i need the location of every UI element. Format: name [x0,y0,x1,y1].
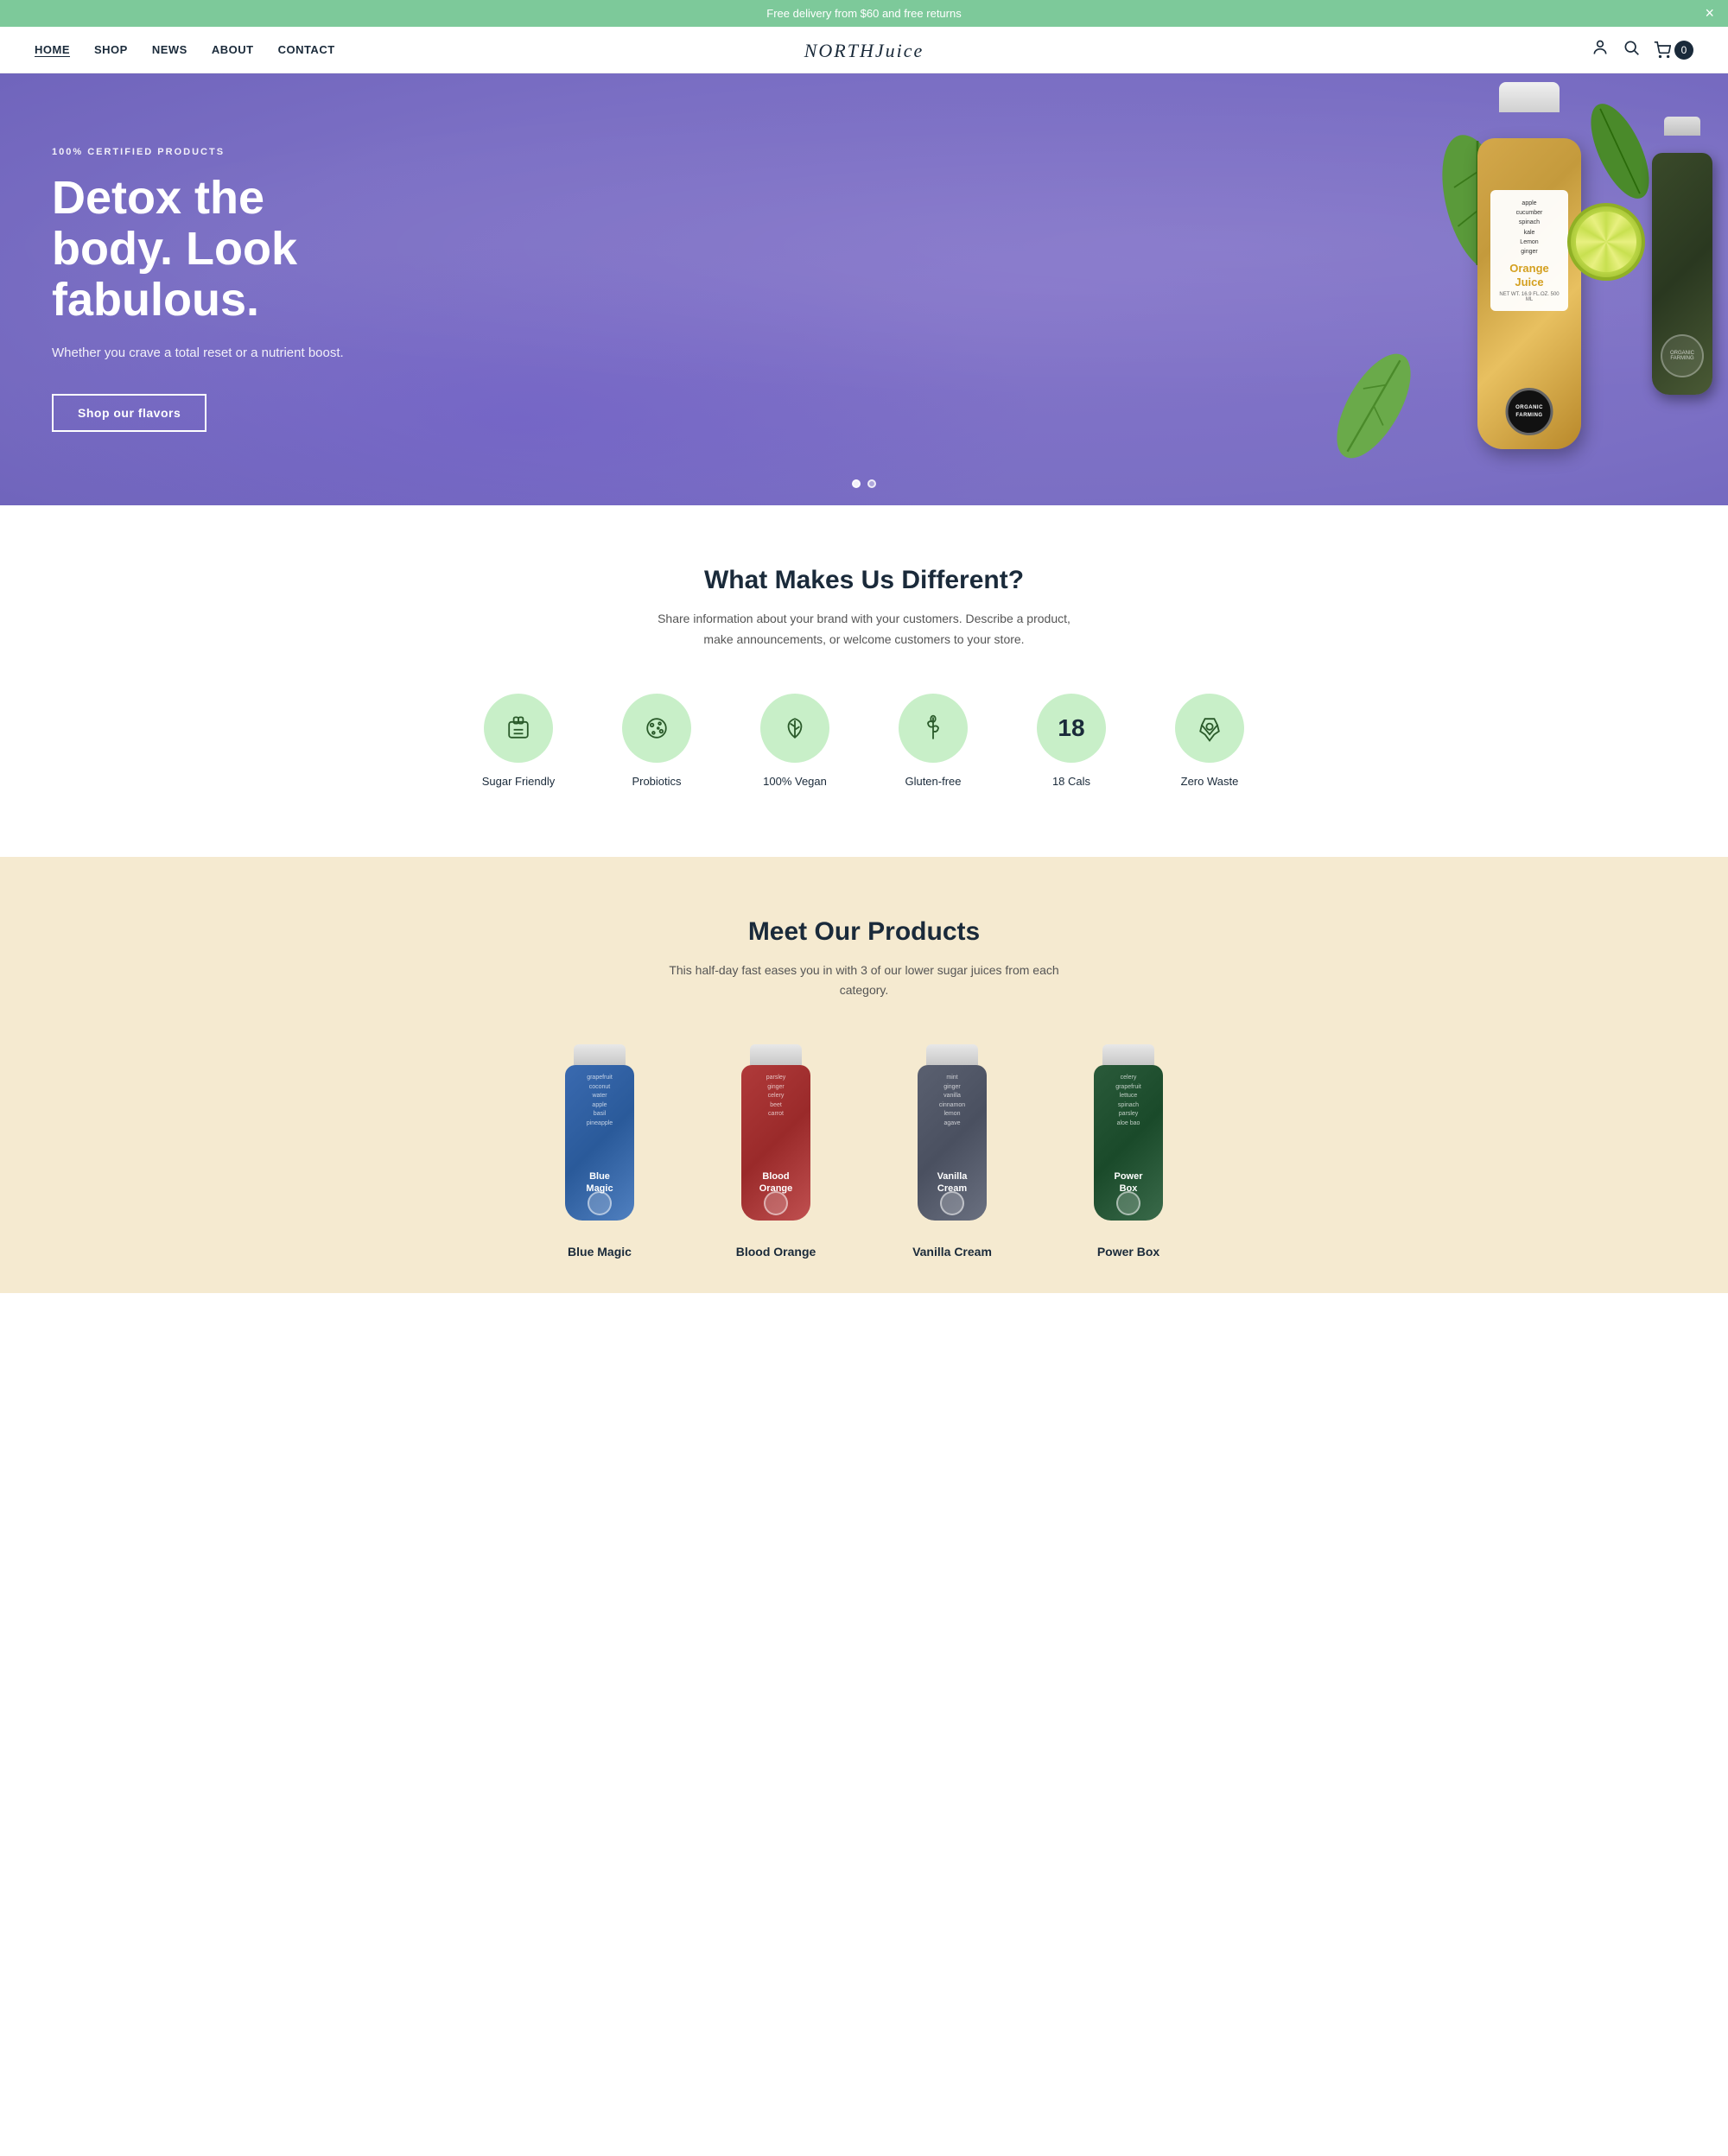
hero-subtitle: Whether you crave a total reset or a nut… [52,344,397,364]
feature-zero-waste: Zero Waste [1158,694,1261,788]
dark-bottle-badge-text: ORGANICFARMING [1670,351,1694,361]
features-grid: Sugar Friendly Probiotics [35,694,1693,788]
nav-item-home[interactable]: HOME [35,43,70,56]
hero-section: 100% CERTIFIED PRODUCTS Detox the body. … [0,73,1728,505]
nav-item-about[interactable]: ABOUT [212,43,254,56]
bottle-ingredients: apple cucumber spinach kale Lemon ginger [1496,199,1563,257]
feature-sugar-friendly: Sugar Friendly [467,694,570,788]
products-title: Meet Our Products [35,917,1693,947]
features-title: What Makes Us Different? [35,566,1693,595]
features-section: What Makes Us Different? Share informati… [0,505,1728,857]
main-nav: HOME SHOP NEWS ABOUT CONTACT [35,43,335,56]
organic-seal-text: ORGANICFARMING [1515,404,1543,420]
announcement-bar: Free delivery from $60 and free returns … [0,0,1728,27]
leaf-2-icon [1304,328,1444,484]
power-box-ingredients: celerygrapefruitlettucespinachparsleyalo… [1094,1065,1163,1137]
bottle-product-name: OrangeJuice [1496,262,1563,289]
probiotics-icon [622,694,691,763]
vanilla-cream-ingredients: mintgingervanillacinnamonlemonagave [918,1065,987,1137]
announcement-text: Free delivery from $60 and free returns [766,7,961,20]
sugar-friendly-label: Sugar Friendly [482,775,556,788]
product-power-box[interactable]: celerygrapefruitlettucespinachparsleyalo… [1051,1044,1206,1259]
cart-button[interactable]: 0 [1654,41,1693,60]
hero-badge: 100% CERTIFIED PRODUCTS [52,147,397,157]
nav-item-contact[interactable]: CONTACT [278,43,335,56]
gluten-free-label: Gluten-free [905,775,961,788]
product-blood-orange[interactable]: parsleygingercelerybeetcarrot BloodOrang… [698,1044,854,1259]
product-blue-magic[interactable]: grapefruitcoconutwaterapplebasilpineappl… [522,1044,677,1259]
blood-orange-ingredients: parsleygingercelerybeetcarrot [741,1065,810,1128]
features-subtitle: Share information about your brand with … [648,609,1080,650]
dark-bottle-badge: ORGANICFARMING [1661,334,1704,377]
feature-cals: 18 18 Cals [1020,694,1123,788]
blue-magic-bottle: grapefruitcoconutwaterapplebasilpineappl… [556,1044,643,1234]
announcement-close-button[interactable]: × [1705,4,1714,22]
blue-magic-name: Blue Magic [568,1245,632,1259]
vanilla-cream-badge [940,1191,964,1215]
blood-orange-bottle: parsleygingercelerybeetcarrot BloodOrang… [733,1044,819,1234]
dark-juice-bottle: ORGANICFARMING [1652,117,1712,395]
blue-magic-badge [588,1191,612,1215]
carousel-dots [852,479,876,488]
vegan-label: 100% Vegan [763,775,827,788]
power-box-body: celerygrapefruitlettucespinachparsleyalo… [1094,1065,1163,1221]
dark-bottle-cap [1664,117,1700,136]
power-box-badge [1116,1191,1140,1215]
hero-cta-button[interactable]: Shop our flavors [52,394,206,432]
vanilla-cream-cap [926,1044,978,1065]
bottle-net-weight: NET WT. 16.9 FL.OZ. 500 ML [1496,292,1563,302]
sugar-friendly-icon [484,694,553,763]
vanilla-cream-bottle: mintgingervanillacinnamonlemonagave Vani… [909,1044,995,1234]
header: HOME SHOP NEWS ABOUT CONTACT NORTHJuice [0,27,1728,73]
products-grid: grapefruitcoconutwaterapplebasilpineappl… [35,1044,1693,1259]
blue-magic-cap [574,1044,626,1065]
products-subtitle: This half-day fast eases you in with 3 o… [648,961,1080,1002]
nav-item-shop[interactable]: SHOP [94,43,128,56]
blood-orange-name: Blood Orange [736,1245,816,1259]
power-box-name: Power Box [1097,1245,1159,1259]
blood-orange-body: parsleygingercelerybeetcarrot BloodOrang… [741,1065,810,1221]
logo[interactable]: NORTHJuice [804,37,924,63]
vegan-icon [760,694,829,763]
blue-magic-body: grapefruitcoconutwaterapplebasilpineappl… [565,1065,634,1221]
hero-content: 100% CERTIFIED PRODUCTS Detox the body. … [0,95,449,485]
feature-gluten-free: Gluten-free [881,694,985,788]
bottle-body: apple cucumber spinach kale Lemon ginger… [1477,138,1581,449]
organic-seal: ORGANICFARMING [1506,388,1553,435]
feature-probiotics: Probiotics [605,694,708,788]
cart-count: 0 [1674,41,1693,60]
logo-text: NORTH [804,40,875,61]
dark-bottle-body: ORGANICFARMING [1652,153,1712,395]
power-box-bottle: celerygrapefruitlettucespinachparsleyalo… [1085,1044,1172,1234]
product-vanilla-cream[interactable]: mintgingervanillacinnamonlemonagave Vani… [874,1044,1030,1259]
gluten-free-icon [899,694,968,763]
blood-orange-cap [750,1044,802,1065]
blue-magic-ingredients: grapefruitcoconutwaterapplebasilpineappl… [565,1065,634,1137]
power-box-cap [1102,1044,1154,1065]
bottle-cap [1499,82,1560,112]
probiotics-label: Probiotics [632,775,681,788]
hero-image-area: apple cucumber spinach kale Lemon ginger… [778,73,1728,505]
nav-icons: 0 [1591,39,1693,60]
feature-vegan: 100% Vegan [743,694,847,788]
search-icon-button[interactable] [1623,39,1640,60]
main-juice-bottle: apple cucumber spinach kale Lemon ginger… [1477,82,1581,449]
user-icon-button[interactable] [1591,39,1609,60]
carousel-dot-1[interactable] [852,479,861,488]
carousel-dot-2[interactable] [867,479,876,488]
vanilla-cream-body: mintgingervanillacinnamonlemonagave Vani… [918,1065,987,1221]
zero-waste-icon [1175,694,1244,763]
products-section: Meet Our Products This half-day fast eas… [0,857,1728,1294]
lime-slice-icon [1567,203,1645,281]
logo-italic: Juice [875,40,924,61]
nav-item-news[interactable]: NEWS [152,43,187,56]
blood-orange-badge [764,1191,788,1215]
cals-icon: 18 [1037,694,1106,763]
vanilla-cream-name: Vanilla Cream [912,1245,992,1259]
cals-number: 18 [1058,714,1084,742]
hero-title: Detox the body. Look fabulous. [52,173,397,327]
cals-label: 18 Cals [1052,775,1090,788]
bottle-label: apple cucumber spinach kale Lemon ginger… [1490,190,1568,311]
zero-waste-label: Zero Waste [1181,775,1239,788]
